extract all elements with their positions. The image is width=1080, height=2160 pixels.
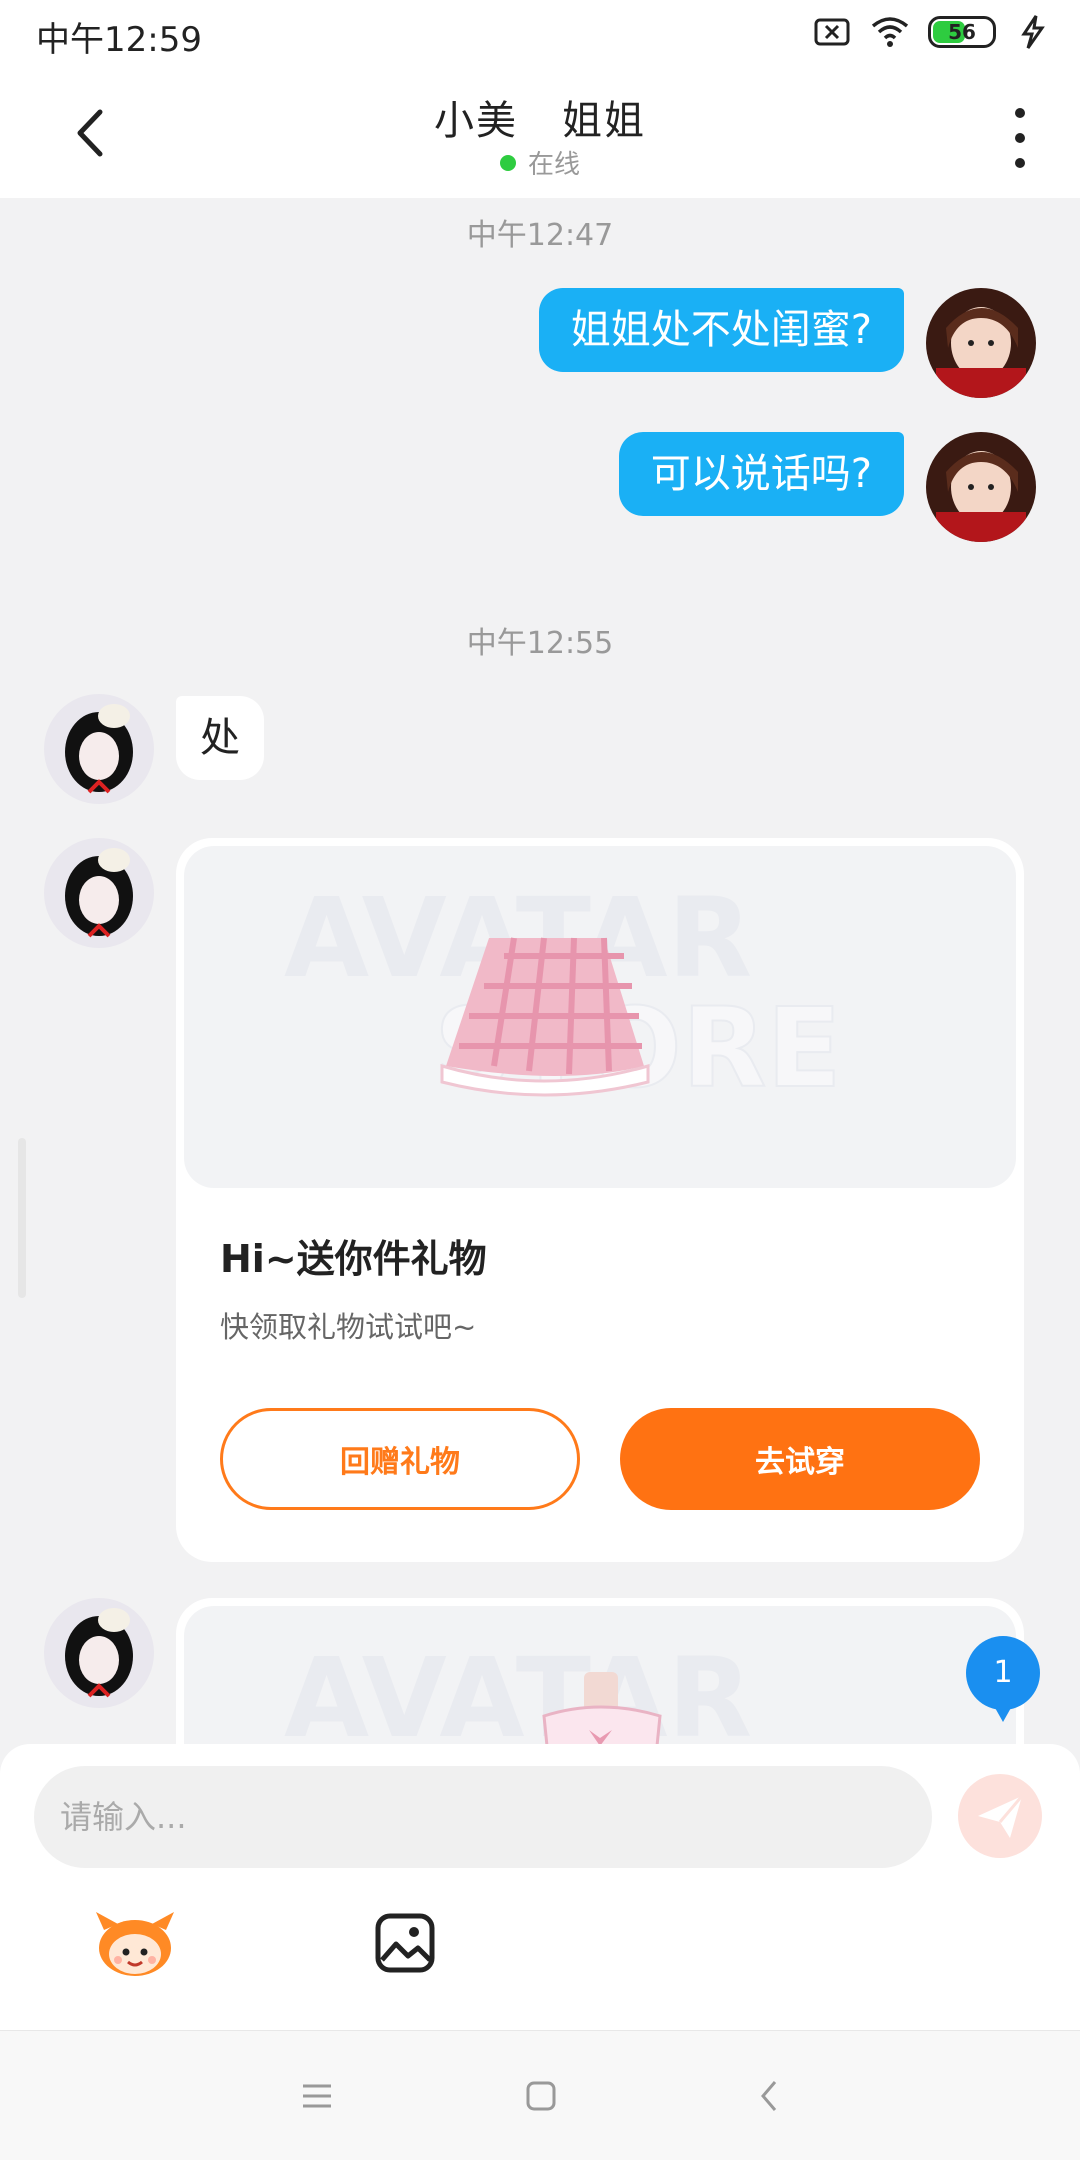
menu-icon xyxy=(303,2084,331,2108)
return-gift-button[interactable]: 回赠礼物 xyxy=(220,1408,580,1510)
battery-level: 56 xyxy=(948,20,976,44)
sent-message-bubble[interactable]: 可以说话吗? xyxy=(618,432,904,516)
avatar-image xyxy=(926,432,1036,542)
chevron-left-icon xyxy=(761,2081,777,2111)
svg-text:AVATAR: AVATAR xyxy=(284,1634,752,1744)
my-avatar[interactable] xyxy=(926,432,1036,542)
message-input[interactable] xyxy=(34,1766,932,1868)
wifi-icon xyxy=(871,17,909,47)
avatar-image xyxy=(44,838,154,948)
online-status: 在线 xyxy=(0,144,1080,181)
message-list[interactable]: 中午12:47 姐姐处不处闺蜜? 可以说话吗? 中午12:55 处 Hi~送你件… xyxy=(0,198,1080,1744)
more-dot-icon xyxy=(1015,158,1025,168)
avatar-image xyxy=(44,694,154,804)
chat-title: 小美 姐姐 xyxy=(0,88,1080,146)
gift-image[interactable]: AVATAR xyxy=(184,1606,1016,1744)
avatar-image xyxy=(44,1598,154,1708)
online-dot-icon xyxy=(499,155,516,171)
image-icon xyxy=(375,1913,435,1973)
contact-avatar[interactable] xyxy=(44,694,154,804)
contact-name: 小美 xyxy=(434,98,518,144)
status-icons: 56 xyxy=(812,14,1054,50)
message-timestamp: 中午12:47 xyxy=(466,218,614,253)
system-back-button[interactable] xyxy=(744,2071,794,2121)
more-options-button[interactable] xyxy=(1000,108,1040,168)
send-button[interactable] xyxy=(958,1774,1042,1858)
gift-image[interactable]: AVATAR STORE xyxy=(184,846,1016,1188)
gift-card[interactable]: AVATAR STORE Hi~送你件礼物 快领取礼物试试吧~ 回赠礼物 去试穿 xyxy=(176,838,1024,1562)
more-dot-icon xyxy=(1015,108,1025,118)
sticker-button[interactable] xyxy=(92,1908,178,1978)
home-button[interactable] xyxy=(516,2071,566,2121)
send-icon xyxy=(978,1795,1024,1838)
unread-count-badge[interactable]: 1 xyxy=(966,1636,1040,1722)
contact-avatar[interactable] xyxy=(44,1598,154,1708)
gift-title: Hi~送你件礼物 xyxy=(220,1237,487,1281)
composer-panel xyxy=(0,1744,1080,2030)
chat-header: 小美 姐姐 在线 xyxy=(0,68,1080,198)
system-nav-bar xyxy=(0,2030,1080,2160)
sim-off-icon xyxy=(814,18,850,46)
my-avatar[interactable] xyxy=(926,288,1036,398)
contact-avatar[interactable] xyxy=(44,838,154,948)
online-status-label: 在线 xyxy=(527,150,580,180)
sent-message-bubble[interactable]: 姐姐处不处闺蜜? xyxy=(538,288,904,372)
scroll-indicator xyxy=(18,1138,26,1298)
dress-image: AVATAR xyxy=(284,1634,752,1744)
received-message-bubble[interactable]: 处 xyxy=(176,696,264,780)
more-dot-icon xyxy=(1015,133,1025,143)
avatar-image xyxy=(926,288,1036,398)
gift-card[interactable]: AVATAR xyxy=(176,1598,1024,1744)
contact-relation: 姐姐 xyxy=(562,98,646,144)
skirt-image: AVATAR STORE xyxy=(284,874,843,1113)
gift-subtitle: 快领取礼物试试吧~ xyxy=(220,1310,477,1344)
recent-apps-button[interactable] xyxy=(292,2071,342,2121)
battery-icon: 56 xyxy=(928,16,996,48)
charging-icon xyxy=(1021,15,1045,49)
status-bar: 中午12:59 56 xyxy=(0,0,1080,68)
status-time: 中午12:59 xyxy=(36,20,202,60)
image-picker-button[interactable] xyxy=(374,1912,436,1974)
mascot-sticker-icon xyxy=(96,1912,174,1976)
home-square-icon xyxy=(526,2081,556,2111)
message-timestamp: 中午12:55 xyxy=(466,626,614,661)
try-on-button[interactable]: 去试穿 xyxy=(620,1408,980,1510)
